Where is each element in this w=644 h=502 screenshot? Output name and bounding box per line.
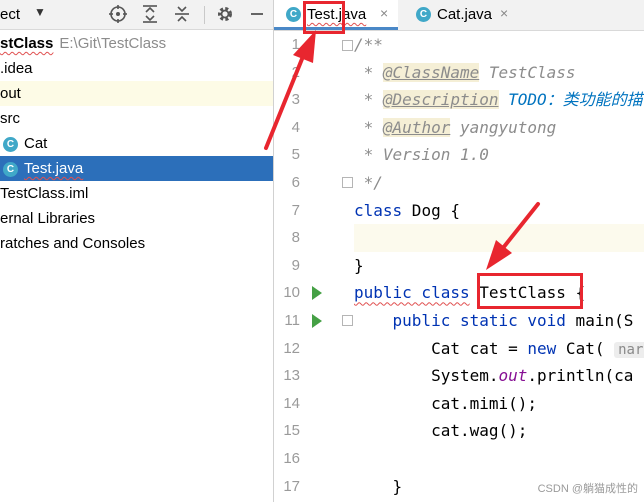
watermark: CSDN @躺猫成性的 bbox=[537, 483, 638, 495]
arrow-to-classname bbox=[486, 202, 540, 270]
arrow-to-tab bbox=[264, 30, 316, 150]
annotation-arrows bbox=[264, 30, 540, 270]
